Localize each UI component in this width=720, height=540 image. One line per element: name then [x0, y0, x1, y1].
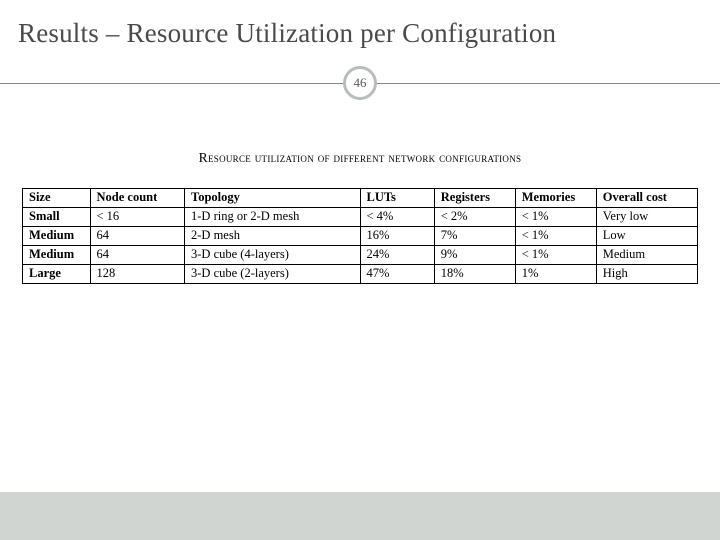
cell-memories: 1%: [515, 265, 596, 284]
cell-overall-cost: Very low: [596, 208, 697, 227]
cell-node-count: 128: [90, 265, 185, 284]
col-overall-cost: Overall cost: [596, 189, 697, 208]
cell-luts: < 4%: [360, 208, 434, 227]
cell-topology: 2-D mesh: [185, 227, 361, 246]
cell-size: Large: [23, 265, 91, 284]
table-header-row: Size Node count Topology LUTs Registers …: [23, 189, 698, 208]
cell-memories: < 1%: [515, 246, 596, 265]
cell-size: Small: [23, 208, 91, 227]
cell-luts: 47%: [360, 265, 434, 284]
cell-size: Medium: [23, 227, 91, 246]
col-size: Size: [23, 189, 91, 208]
table-row: Medium 64 2-D mesh 16% 7% < 1% Low: [23, 227, 698, 246]
col-memories: Memories: [515, 189, 596, 208]
col-topology: Topology: [185, 189, 361, 208]
col-luts: LUTs: [360, 189, 434, 208]
cell-size: Medium: [23, 246, 91, 265]
cell-node-count: 64: [90, 246, 185, 265]
cell-overall-cost: Medium: [596, 246, 697, 265]
cell-node-count: < 16: [90, 208, 185, 227]
col-node-count: Node count: [90, 189, 185, 208]
cell-registers: 7%: [434, 227, 515, 246]
cell-registers: 9%: [434, 246, 515, 265]
cell-luts: 16%: [360, 227, 434, 246]
cell-node-count: 64: [90, 227, 185, 246]
utilization-table: Size Node count Topology LUTs Registers …: [22, 188, 698, 284]
cell-registers: 18%: [434, 265, 515, 284]
page-number-badge: 46: [343, 66, 377, 100]
page-title: Results – Resource Utilization per Confi…: [0, 0, 720, 55]
cell-topology: 3-D cube (4-layers): [185, 246, 361, 265]
col-registers: Registers: [434, 189, 515, 208]
cell-overall-cost: High: [596, 265, 697, 284]
table-area: Resource utilization of different networ…: [22, 150, 698, 284]
cell-registers: < 2%: [434, 208, 515, 227]
cell-memories: < 1%: [515, 227, 596, 246]
cell-overall-cost: Low: [596, 227, 697, 246]
footer-bar: [0, 492, 720, 540]
cell-topology: 1-D ring or 2-D mesh: [185, 208, 361, 227]
slide: Results – Resource Utilization per Confi…: [0, 0, 720, 540]
cell-luts: 24%: [360, 246, 434, 265]
cell-topology: 3-D cube (2-layers): [185, 265, 361, 284]
table-row: Small < 16 1-D ring or 2-D mesh < 4% < 2…: [23, 208, 698, 227]
table-caption: Resource utilization of different networ…: [22, 150, 698, 166]
cell-memories: < 1%: [515, 208, 596, 227]
table-row: Large 128 3-D cube (2-layers) 47% 18% 1%…: [23, 265, 698, 284]
table-row: Medium 64 3-D cube (4-layers) 24% 9% < 1…: [23, 246, 698, 265]
